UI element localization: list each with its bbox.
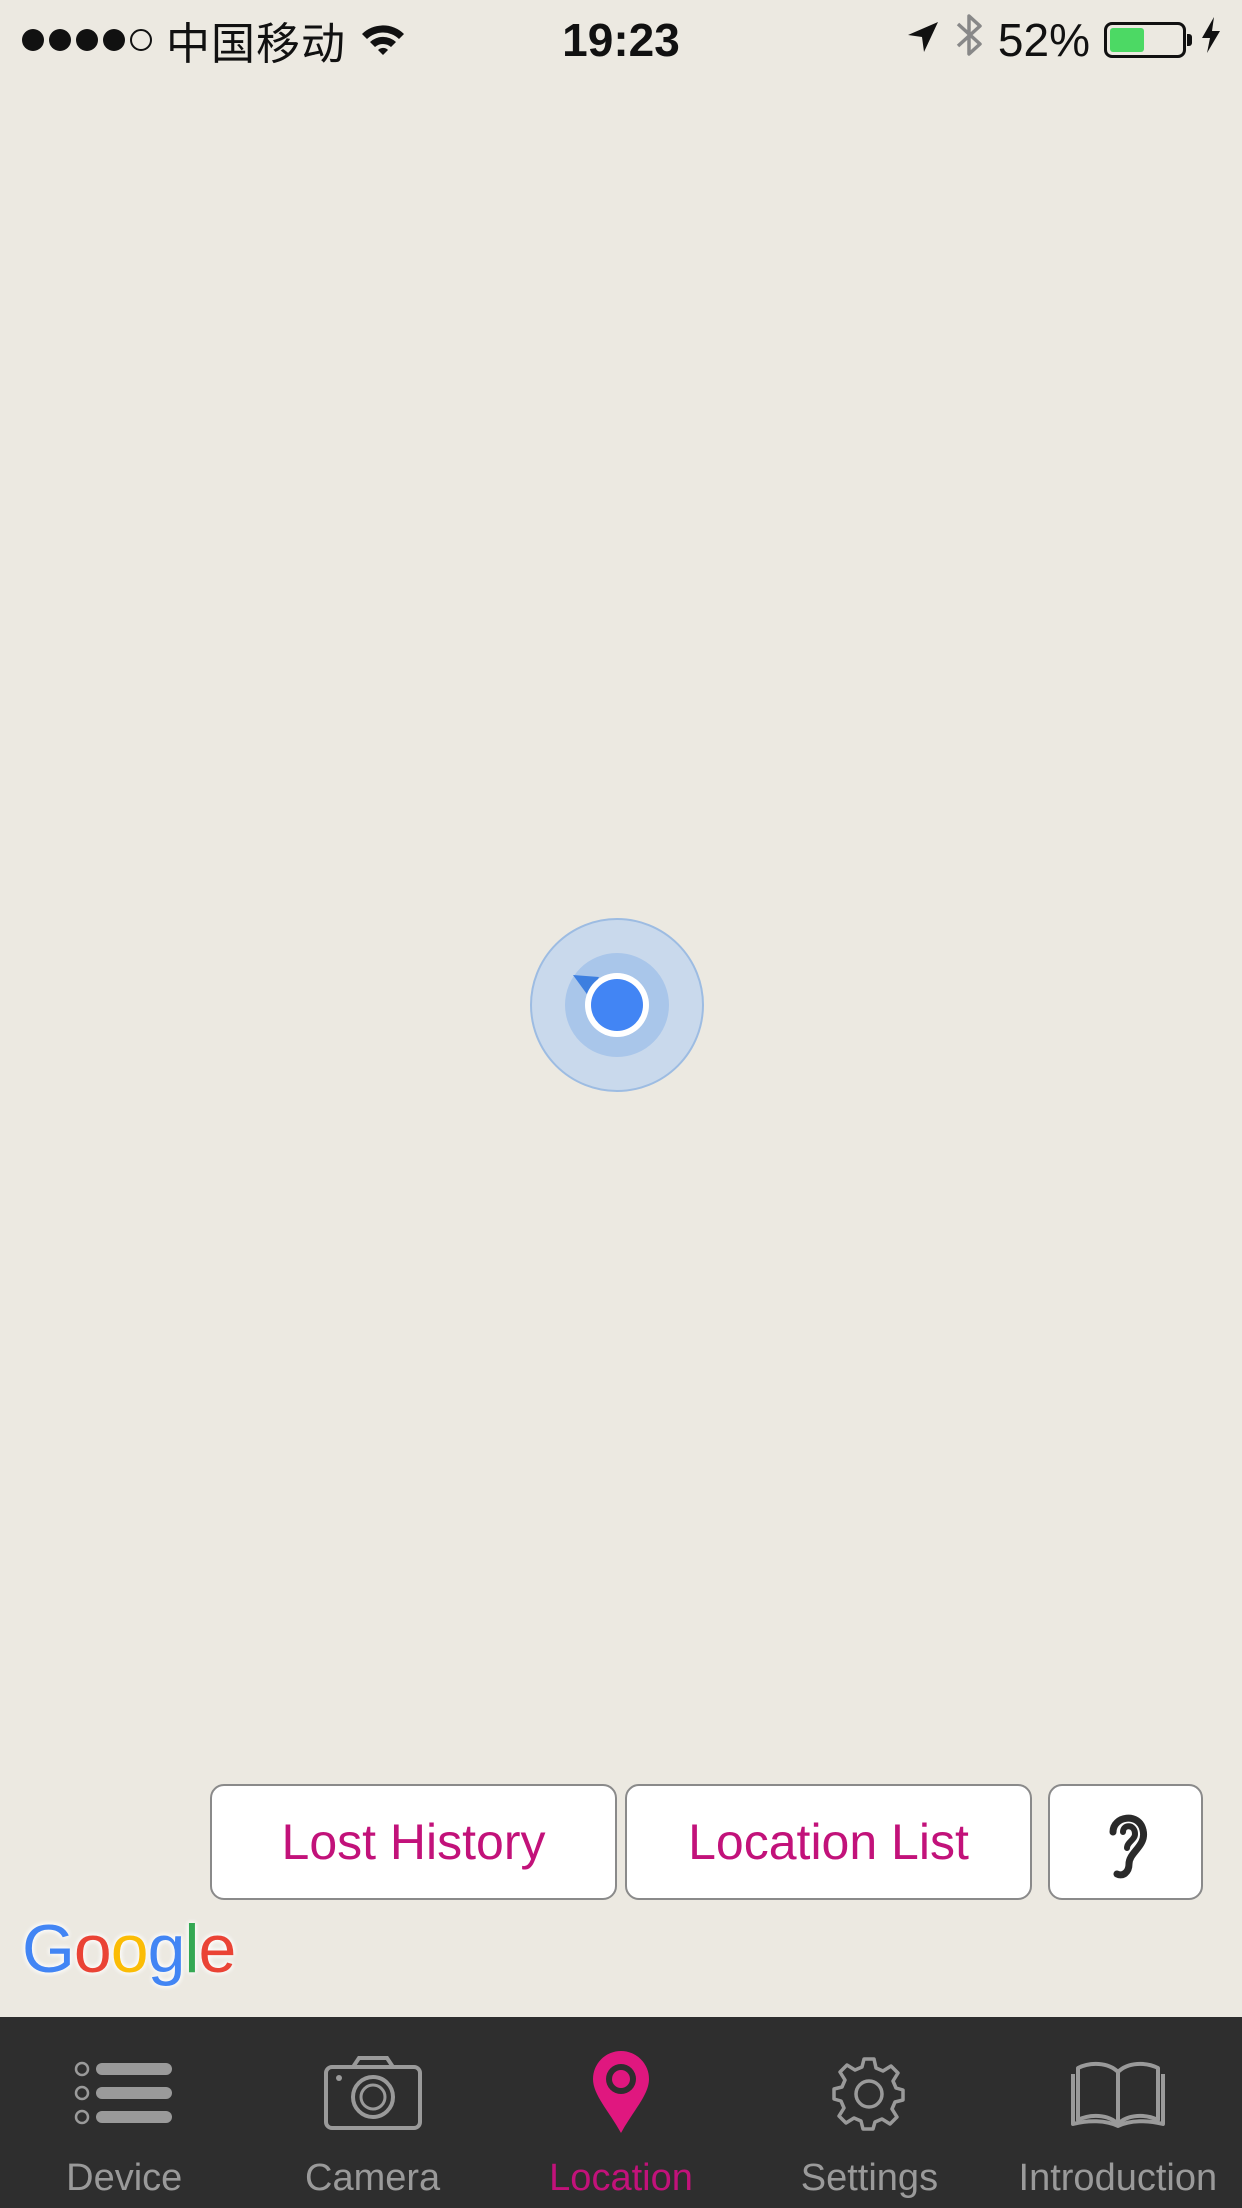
tab-camera[interactable]: Camera: [248, 2017, 496, 2208]
tab-label: Introduction: [1018, 2157, 1218, 2199]
google-logo-letter: o: [110, 1911, 149, 1987]
status-right: 52%: [906, 0, 1222, 80]
list-icon: [64, 2051, 184, 2135]
battery-icon: [1104, 22, 1192, 58]
location-arrow-icon: [906, 15, 940, 65]
google-logo-letter: o: [73, 1911, 112, 1987]
tab-introduction[interactable]: Introduction: [994, 2017, 1242, 2208]
google-logo-letter: e: [198, 1911, 237, 1987]
tab-label: Settings: [800, 2157, 939, 2199]
tab-device[interactable]: Device: [0, 2017, 248, 2208]
battery-fill: [1110, 28, 1144, 52]
tab-label: Location: [549, 2157, 693, 2199]
location-pin-icon: [561, 2051, 681, 2135]
tab-location[interactable]: Location: [497, 2017, 745, 2208]
camera-icon: [313, 2051, 433, 2135]
google-logo: Google: [22, 1910, 237, 1988]
charging-bolt-icon: [1200, 15, 1222, 65]
tab-label: Camera: [305, 2157, 441, 2199]
current-location-icon[interactable]: [529, 917, 705, 1093]
gear-icon: [809, 2051, 929, 2135]
tab-label: Device: [66, 2157, 183, 2199]
screen: 中国移动 19:23 52% Lost History Location Lis…: [0, 0, 1242, 2208]
map-view[interactable]: [0, 80, 1242, 2017]
google-logo-letter: g: [147, 1911, 186, 1987]
bluetooth-icon: [954, 10, 984, 71]
sound-button[interactable]: [1048, 1784, 1203, 1900]
tab-settings[interactable]: Settings: [745, 2017, 993, 2208]
tab-bar: Device Camera Location Settings Introduc…: [0, 2017, 1242, 2208]
status-bar: 中国移动 19:23 52%: [0, 0, 1242, 80]
battery-cap: [1187, 34, 1192, 46]
google-logo-letter: l: [184, 1911, 199, 1987]
ear-icon: [1099, 1804, 1153, 1880]
book-icon: [1058, 2051, 1178, 2135]
location-list-button[interactable]: Location List: [625, 1784, 1032, 1900]
google-logo-letter: G: [22, 1911, 75, 1987]
battery-percent: 52%: [997, 14, 1090, 66]
lost-history-button[interactable]: Lost History: [210, 1784, 617, 1900]
